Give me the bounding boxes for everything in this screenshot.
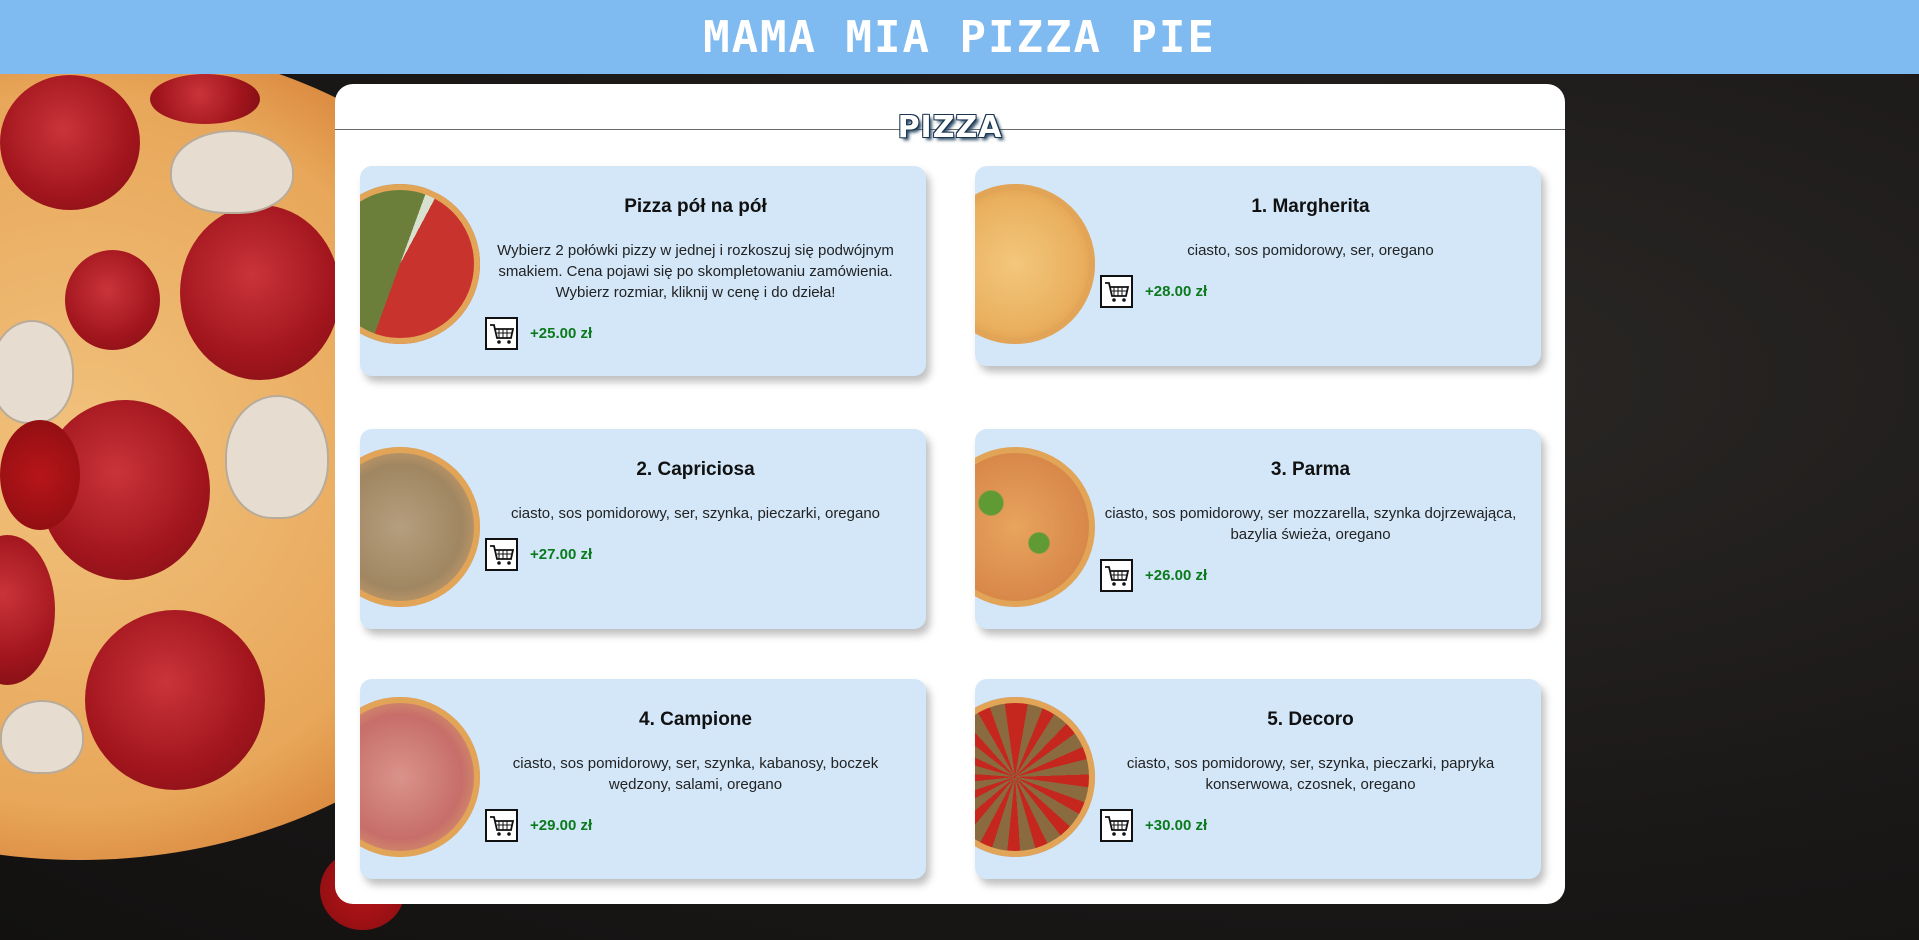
- pizza-image: [975, 697, 1095, 857]
- cart-icon-svg: [489, 323, 514, 344]
- pizza-image: [360, 184, 480, 344]
- price-button[interactable]: +25.00 zł: [530, 325, 592, 342]
- pizza-image: [360, 447, 480, 607]
- card-description: ciasto, sos pomidorowy, ser, szynka, pie…: [1126, 755, 1495, 793]
- mushroom-decor: [225, 395, 329, 519]
- card-title: 3. Parma: [1270, 459, 1351, 480]
- menu-card: 1. Margherita ciasto, sos pomidorowy, se…: [975, 166, 1541, 366]
- price-button[interactable]: +27.00 zł: [530, 546, 592, 563]
- cart-icon[interactable]: [485, 538, 518, 571]
- card-description: ciasto, sos pomidorowy, ser mozzarella, …: [1104, 505, 1517, 543]
- card-title: 2. Capriciosa: [636, 459, 755, 480]
- menu-card: 5. Decoro ciasto, sos pomidorowy, ser, s…: [975, 679, 1541, 879]
- pepperoni-decor: [150, 74, 260, 124]
- cart-icon[interactable]: [1100, 809, 1133, 842]
- price-button[interactable]: +26.00 zł: [1145, 567, 1207, 584]
- cart-icon[interactable]: [1100, 559, 1133, 592]
- card-description: ciasto, sos pomidorowy, ser, szynka, pie…: [510, 505, 881, 522]
- cart-icon-svg: [489, 815, 514, 836]
- mushroom-decor: [0, 700, 84, 774]
- price-button[interactable]: +28.00 zł: [1145, 283, 1207, 300]
- price-button[interactable]: +30.00 zł: [1145, 817, 1207, 834]
- card-description: ciasto, sos pomidorowy, ser, szynka, kab…: [512, 755, 879, 793]
- cart-icon[interactable]: [485, 317, 518, 350]
- site-header: MAMA MIA PIZZA PIE: [0, 0, 1919, 74]
- cart-icon-svg: [1104, 565, 1129, 586]
- pepperoni-decor: [0, 75, 140, 210]
- card-title: 1. Margherita: [1251, 196, 1370, 217]
- cart-icon-svg: [489, 544, 514, 565]
- cart-icon[interactable]: [1100, 275, 1133, 308]
- card-description: ciasto, sos pomidorowy, ser, oregano: [1187, 242, 1434, 259]
- pizza-image: [975, 184, 1095, 344]
- pepperoni-decor: [65, 250, 160, 350]
- card-title: 5. Decoro: [1267, 709, 1354, 730]
- pizza-image: [360, 697, 480, 857]
- site-title: MAMA MIA PIZZA PIE: [703, 11, 1216, 63]
- price-button[interactable]: +29.00 zł: [530, 817, 592, 834]
- cart-icon[interactable]: [485, 809, 518, 842]
- menu-card: 4. Campione ciasto, sos pomidorowy, ser,…: [360, 679, 926, 879]
- menu-card: Pizza pół na pół Wybierz 2 połówki pizzy…: [360, 166, 926, 376]
- card-title: Pizza pół na pół: [624, 196, 767, 217]
- menu-panel: PIZZA Pizza pół na pół Wybierz 2 połówki…: [335, 84, 1565, 904]
- card-description: Wybierz 2 połówki pizzy w jednej i rozko…: [497, 242, 894, 301]
- card-title: 4. Campione: [639, 709, 752, 730]
- pizza-image: [975, 447, 1095, 607]
- mushroom-decor: [170, 130, 294, 214]
- cart-icon-svg: [1104, 281, 1129, 302]
- pepperoni-decor: [85, 610, 265, 790]
- pepperoni-decor: [180, 205, 340, 380]
- menu-card: 3. Parma ciasto, sos pomidorowy, ser moz…: [975, 429, 1541, 629]
- menu-card: 2. Capriciosa ciasto, sos pomidorowy, se…: [360, 429, 926, 629]
- tomato-decor: [0, 420, 80, 530]
- cart-icon-svg: [1104, 815, 1129, 836]
- section-title: PIZZA: [897, 110, 1003, 145]
